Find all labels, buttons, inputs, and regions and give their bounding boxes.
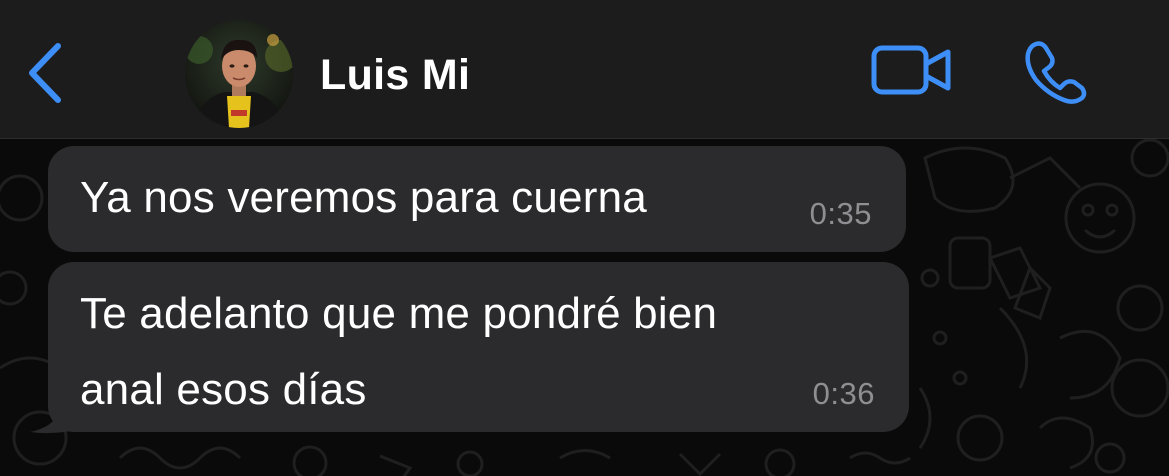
message-line: Te adelanto que me pondré bien <box>80 289 718 338</box>
chat-screen: Luis Mi Ya nos veremos para cuerna 0:35 … <box>0 0 1169 476</box>
avatar-photo <box>185 20 293 128</box>
voice-call-button[interactable] <box>1020 38 1088 104</box>
video-camera-icon <box>871 45 951 95</box>
message-text: Te adelanto que me pondré bien anal esos… <box>80 276 860 428</box>
message-bubble[interactable]: Te adelanto que me pondré bien anal esos… <box>48 262 909 432</box>
message-timestamp: 0:35 <box>809 196 872 231</box>
message-bubble[interactable]: Ya nos veremos para cuerna 0:35 <box>48 146 906 252</box>
phone-icon <box>1025 41 1087 104</box>
chat-header: Luis Mi <box>0 0 1169 139</box>
chevron-left-icon <box>29 43 61 103</box>
back-button[interactable] <box>22 40 72 106</box>
message-timestamp: 0:36 <box>812 376 875 411</box>
contact-avatar[interactable] <box>185 20 293 128</box>
message-text: Ya nos veremos para cuerna <box>80 173 647 222</box>
video-call-button[interactable] <box>870 42 954 98</box>
message-line: anal esos días <box>80 365 367 414</box>
contact-name[interactable]: Luis Mi <box>320 50 470 100</box>
